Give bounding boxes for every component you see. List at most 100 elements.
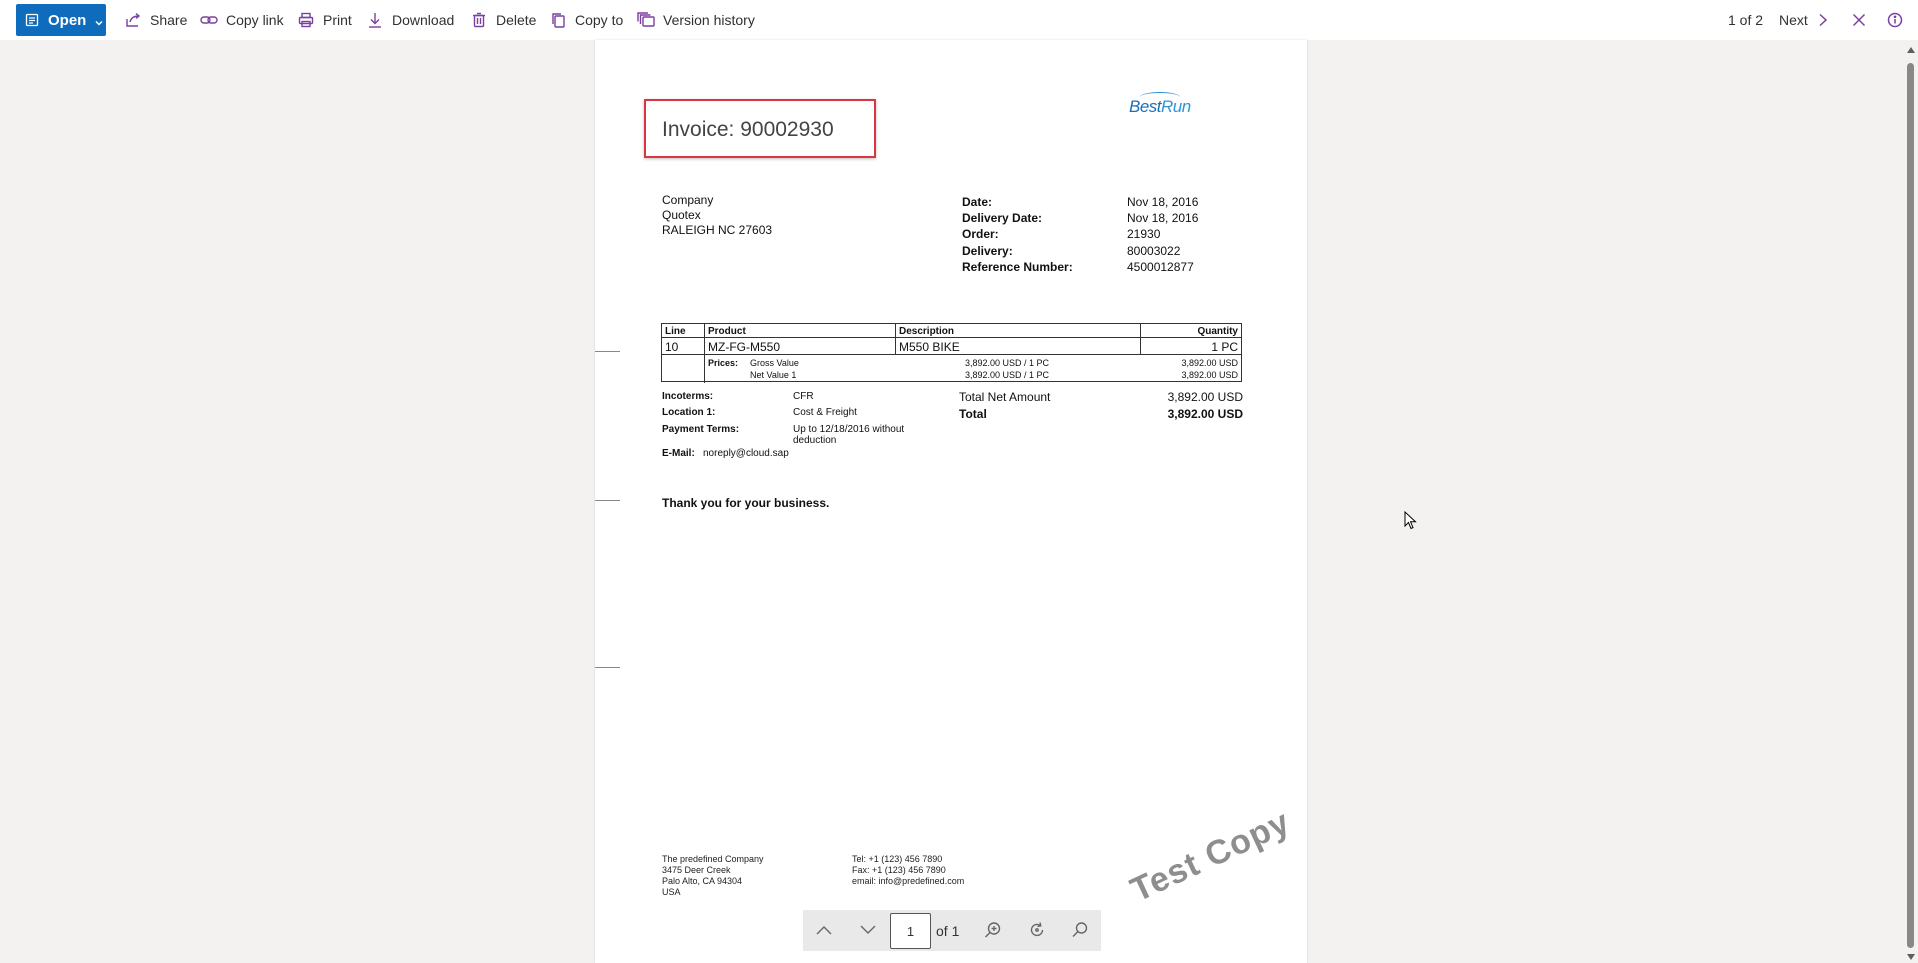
payment-terms-label: Payment Terms: [662,424,740,435]
share-label: Share [150,12,188,28]
total-net-label: Total Net Amount [959,390,1051,404]
gross-label: Gross Value [750,358,799,368]
gross-total: 3,892.00 USD [1181,358,1238,368]
location-label: Location 1: [662,407,716,418]
customer-line: RALEIGH NC 27603 [662,223,773,237]
net-unit: 3,892.00 USD / 1 PC [965,370,1050,380]
cell-line: 10 [665,340,679,354]
total-net-value: 3,892.00 USD [1167,390,1243,404]
meta-value: Nov 18, 2016 [1127,211,1199,225]
copy-link-label: Copy link [226,12,284,28]
version-history-label: Version history [663,12,755,28]
pager-text: 1 of 2 [1728,12,1764,28]
chevron-down-icon [859,924,877,936]
thanks-text: Thank you for your business. [662,496,830,510]
cell-quantity: 1 PC [1211,340,1238,354]
meta-value: 4500012877 [1127,260,1194,274]
zoom-in-icon [984,921,1002,939]
share-icon [124,11,142,29]
payment-terms-value-1: Up to 12/18/2016 without [793,424,905,435]
meta-value: Nov 18, 2016 [1127,195,1199,209]
download-button[interactable]: Download [366,0,454,40]
search-icon [1071,921,1089,939]
prices-label: Prices: [708,358,739,368]
chevron-down-icon [94,15,104,26]
scroll-thumb[interactable] [1907,63,1914,948]
version-history-icon [637,11,655,29]
info-button[interactable] [1885,10,1905,30]
delete-button[interactable]: Delete [470,0,536,40]
rotate-button[interactable] [1025,918,1049,942]
file-pager: 1 of 2 [1728,0,1763,40]
print-label: Print [323,12,352,28]
open-button[interactable]: Open [16,4,106,36]
location-value: Cost & Freight [793,407,857,418]
next-page-button[interactable] [856,918,880,942]
printer-icon [297,11,315,29]
share-button[interactable]: Share [124,0,187,40]
cell-description: M550 BIKE [899,340,960,354]
command-bar: Open Share Copy link Print Download Dele… [0,0,1918,40]
meta-label: Delivery Date: [962,211,1043,225]
rotate-icon [1028,921,1046,939]
version-history-button[interactable]: Version history [637,0,755,40]
net-total: 3,892.00 USD [1181,370,1238,380]
net-label: Net Value 1 [750,370,797,380]
meta-label: Order: [962,227,999,241]
search-button[interactable] [1068,918,1092,942]
col-header-description: Description [899,326,955,337]
open-label: Open [48,11,87,29]
meta-value: 21930 [1127,227,1161,241]
link-icon [200,11,218,29]
table-divider [704,324,705,383]
previous-page-button[interactable] [812,918,836,942]
bestrun-logo: BestRun [1129,97,1191,116]
meta-label: Date: [962,195,993,209]
gross-unit: 3,892.00 USD / 1 PC [965,358,1050,368]
incoterms-label: Incoterms: [662,391,714,402]
total-value: 3,892.00 USD [1167,407,1243,421]
email-label: E-Mail: [662,448,695,459]
meta-label: Reference Number: [962,260,1073,274]
test-copy-watermark: Test Copy [1125,802,1296,910]
trash-icon [470,11,488,29]
cell-product: MZ-FG-M550 [708,340,780,354]
customer-line: Company [662,193,714,207]
vertical-scrollbar[interactable] [1903,40,1918,963]
col-header-line: Line [665,326,686,337]
total-label: Total [959,407,987,421]
document-page: Invoice: 90002930 BestRun Company Quotex… [595,40,1307,963]
print-button[interactable]: Print [297,0,352,40]
chevron-up-icon [815,924,833,936]
info-icon [1887,12,1903,28]
scroll-down-icon[interactable] [1906,952,1915,961]
delete-label: Delete [496,12,537,28]
copy-link-button[interactable]: Copy link [200,0,284,40]
pdf-toolbar: of 1 [803,910,1101,951]
invoice-title: Invoice: 90002930 [662,118,834,141]
page-marker [595,351,620,352]
page-count: of 1 [936,923,960,939]
chevron-right-icon [1818,13,1828,27]
next-label: Next [1779,12,1808,28]
close-icon [1852,13,1866,27]
close-button[interactable] [1849,10,1869,30]
footer-contact: Tel: +1 (123) 456 7890 Fax: +1 (123) 456… [852,854,965,886]
page-number-input[interactable] [890,913,931,949]
page-marker [595,500,620,501]
download-label: Download [392,12,455,28]
col-header-quantity: Quantity [1197,326,1238,337]
scroll-up-icon[interactable] [1906,45,1915,54]
mouse-cursor-icon [1404,510,1418,531]
next-button[interactable]: Next [1779,0,1828,40]
table-divider [895,324,896,355]
table-divider [1140,324,1141,355]
incoterms-value: CFR [793,391,814,402]
copy-icon [549,11,567,29]
items-table: Line Product Description Quantity 10 MZ-… [661,323,1242,383]
zoom-in-button[interactable] [981,918,1005,942]
copy-to-button[interactable]: Copy to [549,0,623,40]
copy-to-label: Copy to [575,12,624,28]
meta-value: 80003022 [1127,244,1181,258]
page-marker [595,667,620,668]
